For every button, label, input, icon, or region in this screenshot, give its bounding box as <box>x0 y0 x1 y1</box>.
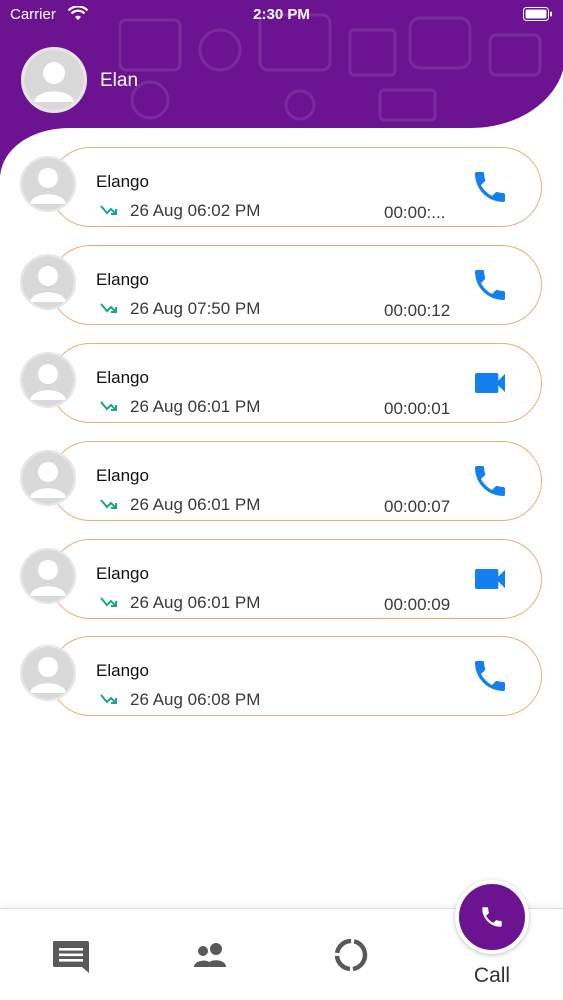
phone-call-icon[interactable] <box>470 265 510 305</box>
call-time: 26 Aug 07:50 PM <box>130 299 261 318</box>
call-log-item[interactable]: Elango 26 Aug 06:01 PM 00:00:09 <box>0 539 563 621</box>
nav-contacts[interactable] <box>186 909 236 1000</box>
contact-avatar[interactable] <box>20 156 76 212</box>
avatar-placeholder-icon <box>22 550 74 602</box>
outgoing-arrow-icon <box>100 694 117 704</box>
outgoing-arrow-icon <box>100 499 117 509</box>
avatar-placeholder-icon <box>22 256 74 308</box>
nav-chats[interactable] <box>46 909 96 1000</box>
avatar-placeholder-icon <box>22 647 74 699</box>
call-duration: 00:00:09 <box>384 595 451 614</box>
contact-avatar[interactable] <box>20 645 76 701</box>
call-time: 26 Aug 06:08 PM <box>130 690 261 709</box>
phone-call-icon[interactable] <box>470 461 510 501</box>
contact-name: Elango <box>96 270 149 289</box>
call-time: 26 Aug 06:01 PM <box>130 495 261 514</box>
call-time: 26 Aug 06:02 PM <box>130 201 261 220</box>
contact-avatar[interactable] <box>20 254 76 310</box>
call-time: 26 Aug 06:01 PM <box>130 397 261 416</box>
chat-icon <box>53 941 89 973</box>
call-time: 26 Aug 06:01 PM <box>130 593 261 612</box>
contact-name: Elango <box>96 661 149 680</box>
outgoing-arrow-icon <box>100 303 117 313</box>
call-log-item[interactable]: Elango 26 Aug 06:01 PM 00:00:07 <box>0 441 563 523</box>
avatar-placeholder-icon <box>22 158 74 210</box>
nav-status[interactable] <box>326 909 376 1000</box>
contact-name: Elango <box>96 564 149 583</box>
phone-call-icon[interactable] <box>470 167 510 207</box>
status-bar: Carrier 2:30 PM <box>0 0 563 30</box>
call-duration: 00:00:07 <box>384 497 451 516</box>
avatar-placeholder-icon <box>24 50 84 110</box>
call-duration: 00:00:... <box>384 203 446 222</box>
video-call-icon[interactable] <box>470 559 510 599</box>
outgoing-arrow-icon <box>100 597 117 607</box>
contact-name: Elango <box>96 466 149 485</box>
outgoing-arrow-icon <box>100 401 117 411</box>
avatar-placeholder-icon <box>22 452 74 504</box>
phone-call-icon[interactable] <box>470 656 510 696</box>
video-call-icon[interactable] <box>470 363 510 403</box>
profile-avatar[interactable] <box>21 47 87 113</box>
contacts-icon <box>194 943 226 967</box>
contact-avatar[interactable] <box>20 450 76 506</box>
contact-avatar[interactable] <box>20 352 76 408</box>
outgoing-arrow-icon <box>100 205 117 215</box>
call-log-item[interactable]: Elango 26 Aug 06:08 PM <box>0 636 563 718</box>
status-time: 2:30 PM <box>253 6 310 23</box>
nav-call-label[interactable]: Call <box>452 964 532 988</box>
call-duration: 00:00:01 <box>384 399 451 418</box>
call-fab-button[interactable] <box>455 880 529 954</box>
call-log-item[interactable]: Elango 26 Aug 07:50 PM 00:00:12 <box>0 245 563 327</box>
avatar-placeholder-icon <box>22 354 74 406</box>
contact-avatar[interactable] <box>20 548 76 604</box>
battery-icon <box>523 7 552 21</box>
profile-name: Elan <box>100 70 139 91</box>
call-log-item[interactable]: Elango 26 Aug 06:02 PM 00:00:... <box>0 147 563 229</box>
call-log-item[interactable]: Elango 26 Aug 06:01 PM 00:00:01 <box>0 343 563 425</box>
phone-icon <box>482 907 502 927</box>
call-duration: 00:00:12 <box>384 301 451 320</box>
status-icon <box>334 938 368 972</box>
contact-name: Elango <box>96 172 149 191</box>
contact-name: Elango <box>96 368 149 387</box>
